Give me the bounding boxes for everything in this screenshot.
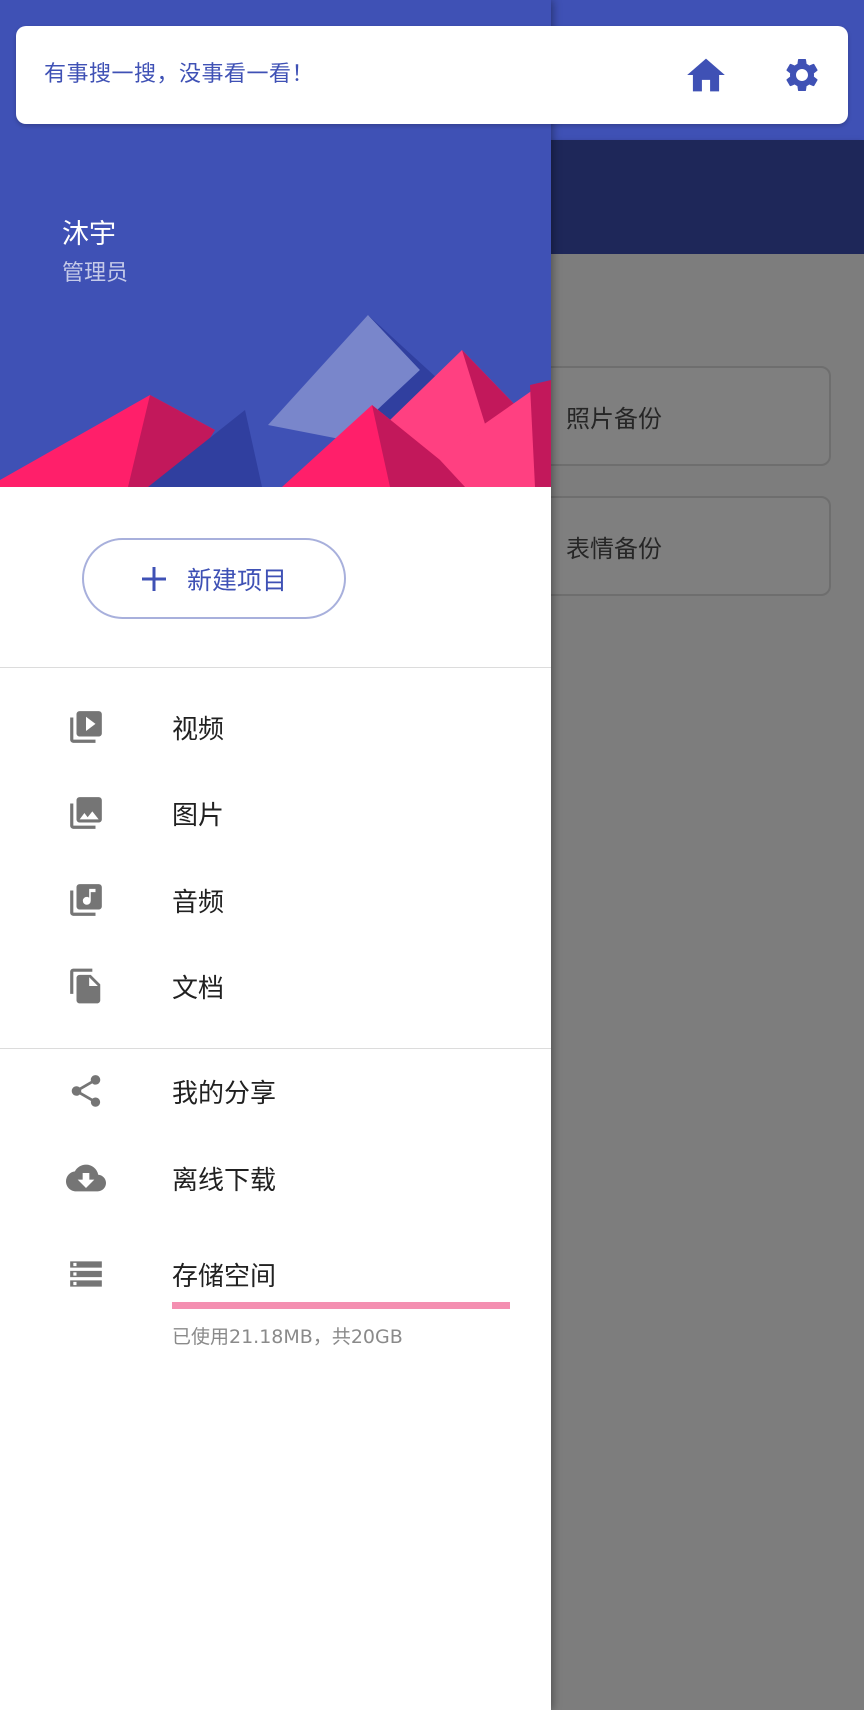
documents-icon [66, 966, 106, 1006]
storage-usage-bar [172, 1302, 510, 1309]
nav-item-label: 视频 [172, 714, 225, 745]
storage-icon [66, 1254, 106, 1294]
cloud-download-icon [66, 1158, 106, 1198]
nav-item-video[interactable]: 视频 [0, 687, 551, 767]
nav-item-label: 文档 [172, 973, 225, 1004]
navigation-drawer: 沐宇 管理员 新建项目 视频 图片 音频 文档 我的分享 离线下载 存储空间 已… [0, 0, 551, 1710]
nav-item-offline-download[interactable]: 离线下载 [0, 1138, 551, 1218]
divider [0, 667, 551, 668]
nav-item-label: 图片 [172, 800, 225, 831]
search-hint[interactable]: 有事搜一搜，没事看一看！ [44, 26, 314, 124]
new-project-button[interactable]: 新建项目 [82, 538, 346, 619]
video-library-icon [66, 707, 106, 747]
nav-item-label: 我的分享 [172, 1078, 277, 1109]
nav-item-label: 离线下载 [172, 1165, 277, 1196]
nav-item-audio[interactable]: 音频 [0, 860, 551, 940]
search-bar[interactable]: 有事搜一搜，没事看一看！ [16, 26, 848, 124]
nav-item-label: 音频 [172, 887, 225, 918]
home-button[interactable] [676, 50, 736, 100]
nav-item-images[interactable]: 图片 [0, 773, 551, 853]
album-card-label: 照片备份 [566, 404, 662, 433]
share-icon [66, 1071, 106, 1111]
music-library-icon [66, 880, 106, 920]
settings-button[interactable] [772, 50, 832, 100]
nav-item-label: 存储空间 [172, 1261, 277, 1292]
album-card-sticker-backup[interactable]: 表情备份 [520, 496, 831, 596]
gear-icon [786, 58, 818, 91]
album-card-label: 表情备份 [566, 534, 662, 563]
new-project-label: 新建项目 [186, 565, 287, 595]
nav-item-documents[interactable]: 文档 [0, 946, 551, 1026]
album-card-photo-backup[interactable]: 照片备份 [520, 366, 831, 466]
nav-item-my-shares[interactable]: 我的分享 [0, 1051, 551, 1131]
storage-usage-text: 已使用21.18MB，共20GB [172, 1326, 403, 1348]
user-role: 管理员 [62, 261, 129, 286]
home-icon [687, 58, 725, 92]
photo-library-icon [66, 793, 106, 833]
user-name: 沐宇 [62, 219, 116, 250]
divider [0, 1048, 551, 1049]
plus-icon [141, 566, 166, 591]
